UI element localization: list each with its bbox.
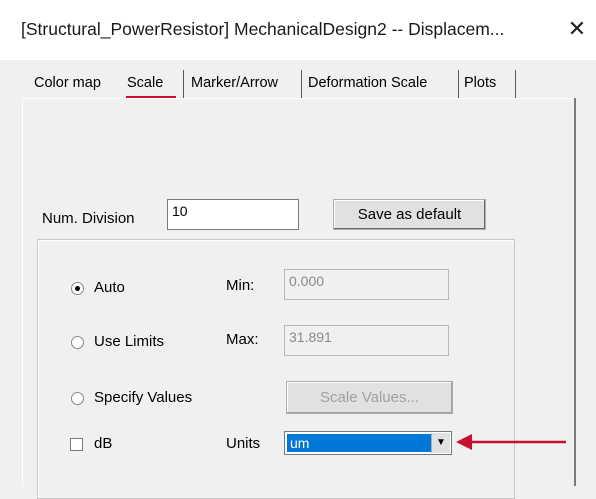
units-value: um [287, 434, 431, 452]
save-default-button[interactable]: Save as default [333, 199, 486, 230]
db-checkbox[interactable] [70, 438, 83, 451]
scale-values-button[interactable]: Scale Values... [286, 381, 453, 414]
num-division-input[interactable]: 10 [167, 199, 299, 230]
tab-plots[interactable]: Plots [461, 70, 499, 96]
specify-values-radio[interactable] [71, 392, 84, 405]
radio-dot [75, 286, 80, 291]
tab-deformation-scale[interactable]: Deformation Scale [305, 70, 430, 96]
use-limits-label: Use Limits [94, 333, 165, 350]
units-dropdown[interactable]: um ▼ [284, 431, 452, 455]
tab-color-map[interactable]: Color map [31, 70, 104, 96]
panel-left-edge [22, 98, 23, 486]
auto-radio[interactable] [71, 282, 84, 295]
max-label: Max: [226, 331, 259, 348]
panel-right-edge [574, 98, 576, 486]
min-label: Min: [226, 277, 255, 294]
close-icon[interactable]: ✕ [562, 14, 592, 44]
min-field[interactable]: 0.000 [284, 269, 449, 300]
max-field[interactable]: 31.891 [284, 325, 449, 356]
tab-separator [183, 70, 184, 98]
tab-separator [458, 70, 459, 98]
title-bar: [Structural_PowerResistor] MechanicalDes… [0, 0, 596, 60]
dropdown-arrow-icon[interactable]: ▼ [431, 433, 450, 453]
tab-marker-arrow[interactable]: Marker/Arrow [188, 70, 281, 96]
units-label: Units [226, 435, 261, 452]
annotation-arrow-icon [456, 434, 566, 450]
use-limits-radio[interactable] [71, 336, 84, 349]
window-title: [Structural_PowerResistor] MechanicalDes… [21, 19, 505, 39]
tab-separator [301, 70, 302, 98]
tab-separator [515, 70, 516, 98]
panel-top-edge [22, 98, 574, 99]
auto-label: Auto [94, 279, 125, 296]
specify-values-label: Specify Values [94, 389, 193, 406]
num-division-label: Num. Division [42, 210, 135, 227]
db-label: dB [94, 435, 113, 452]
tab-scale[interactable]: Scale [124, 70, 166, 96]
